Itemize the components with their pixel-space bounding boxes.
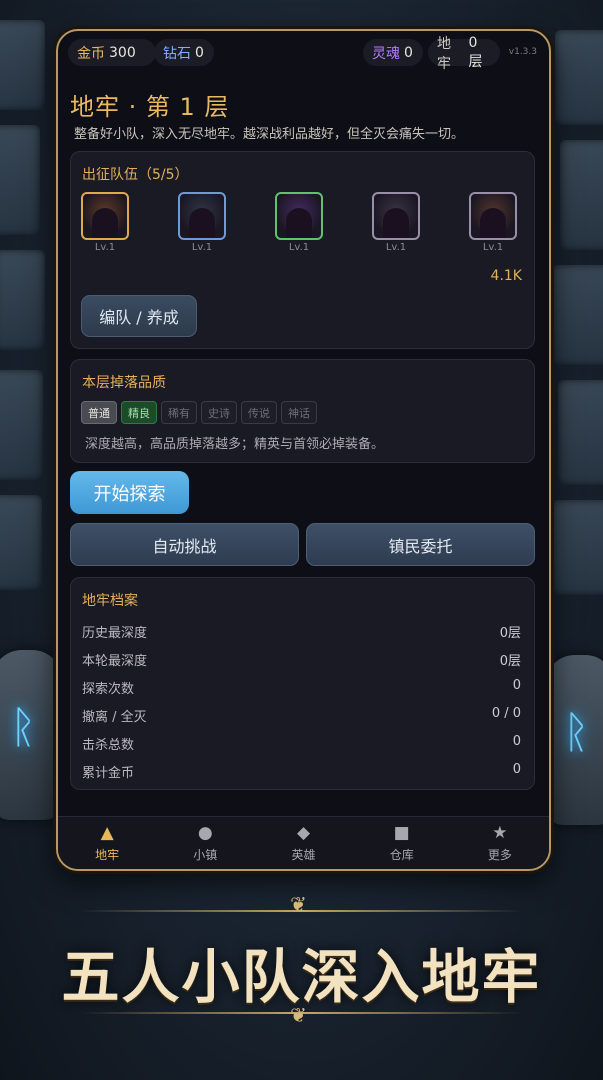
nav-tab-town[interactable]: ● 小镇 xyxy=(156,817,254,869)
start-explore-button[interactable]: 开始探索 xyxy=(70,471,189,514)
record-row: 历史最深度 0层 xyxy=(82,622,521,641)
ornament-icon: ❦ xyxy=(290,1003,307,1027)
record-value: 0层 xyxy=(499,654,521,669)
record-row: 探索次数 0 xyxy=(82,678,521,697)
record-row: 累计金币 0 xyxy=(82,762,521,781)
drop-quality-card: 本层掉落品质 普通 精良 稀有 史诗 传说 神话 深度越高，高品质掉落越多；精英与首领必掉… xyxy=(70,359,535,463)
hero-portrait xyxy=(81,192,129,240)
hero-slot[interactable]: Lv.1 xyxy=(81,192,129,253)
nav-more-icon: ★ xyxy=(492,822,508,843)
nav-tab-hero[interactable]: ◆ 英雄 xyxy=(254,817,352,869)
hero-slot[interactable]: Lv.1 xyxy=(372,192,420,253)
page-title: 地牢 · 第 1 层 xyxy=(70,93,230,121)
nav-tab-more[interactable]: ★ 更多 xyxy=(451,817,549,869)
diamond-label: 钻石 xyxy=(163,45,191,62)
diamond-value: 0 xyxy=(195,44,204,61)
nav-dungeon-icon: ▲ xyxy=(100,822,114,843)
record-label: 撤离 / 全灭 xyxy=(82,710,147,725)
record-value: 0层 xyxy=(499,626,521,641)
rune-stone-left: ᚱ xyxy=(0,650,62,820)
auto-challenge-button[interactable]: 自动挑战 xyxy=(70,523,299,566)
team-manage-button[interactable]: 编队 / 养成 xyxy=(81,295,197,337)
record-label: 探索次数 xyxy=(82,682,135,697)
record-row: 击杀总数 0 xyxy=(82,734,521,753)
hero-slot[interactable]: Lv.1 xyxy=(178,192,226,253)
nav-town-icon: ● xyxy=(197,822,213,843)
hero-level: Lv.1 xyxy=(482,242,504,253)
dungeon-counter: 地牢 0层 xyxy=(428,35,500,72)
hero-portrait xyxy=(372,192,420,240)
record-value: 0 / 0 xyxy=(491,706,521,721)
team-card: 出征队伍（5/5） Lv.1 Lv.1 Lv.1 Lv.1 Lv.1 4.1K 编队 /… xyxy=(70,151,535,349)
version-label: v1.3.3 xyxy=(508,47,537,57)
team-title: 出征队伍（5/5） xyxy=(82,167,189,183)
records-card: 地牢档案 历史最深度 0层 本轮最深度 0层 探索次数 0 撤离 / 全灭 0 / 0 击杀总数… xyxy=(70,577,535,790)
quality-chip: 稀有 xyxy=(161,401,197,424)
nav-label: 更多 xyxy=(487,847,512,862)
hero-slot[interactable]: Lv.1 xyxy=(469,192,517,253)
hero-level: Lv.1 xyxy=(191,242,213,253)
quality-chip: 神话 xyxy=(281,401,317,424)
soul-label: 灵魂 xyxy=(372,45,400,62)
bottom-nav: ▲ 地牢 ● 小镇 ◆ 英雄 ■ 仓库 ★ 更多 xyxy=(58,816,549,869)
resource-bar: 金币 300 钻石 0 灵魂 0 地牢 0层 v1.3.3 xyxy=(58,31,549,75)
ornament-icon: ❦ xyxy=(290,892,307,916)
promo-banner-title: 五人小队深入地牢 xyxy=(61,943,542,1011)
hero-slot[interactable]: Lv.1 xyxy=(275,192,323,253)
hero-level: Lv.1 xyxy=(385,242,407,253)
quality-chips: 普通 精良 稀有 史诗 传说 神话 xyxy=(81,401,317,424)
nav-warehouse-icon: ■ xyxy=(393,822,410,843)
nav-label: 英雄 xyxy=(291,847,316,862)
soul-counter: 灵魂 0 xyxy=(363,39,423,66)
record-row: 本轮最深度 0层 xyxy=(82,650,521,669)
quality-chip: 精良 xyxy=(121,401,157,424)
gold-counter: 金币 300 xyxy=(68,39,156,66)
record-label: 击杀总数 xyxy=(82,738,135,753)
quality-chip: 史诗 xyxy=(201,401,237,424)
nav-tab-dungeon[interactable]: ▲ 地牢 xyxy=(58,817,156,869)
gold-value: 300 xyxy=(109,44,136,61)
town-commission-button[interactable]: 镇民委托 xyxy=(306,523,535,566)
hero-level: Lv.1 xyxy=(94,242,116,253)
record-label: 历史最深度 xyxy=(82,626,148,641)
records-title: 地牢档案 xyxy=(82,593,138,609)
nav-label: 仓库 xyxy=(389,847,414,862)
rune-icon: ᚱ xyxy=(10,702,37,753)
diamond-counter: 钻石 0 xyxy=(154,39,214,66)
nav-label: 小镇 xyxy=(193,847,218,862)
gold-label: 金币 xyxy=(77,45,105,62)
quality-chip: 传说 xyxy=(241,401,277,424)
dungeon-value: 0层 xyxy=(468,34,483,70)
team-power: 4.1K xyxy=(490,268,522,284)
record-value: 0 xyxy=(512,762,521,777)
hero-level: Lv.1 xyxy=(288,242,310,253)
drop-description: 深度越高，高品质掉落越多；精英与首领必掉装备。 xyxy=(85,437,385,452)
dungeon-label: 地牢 xyxy=(437,35,451,72)
drop-quality-title: 本层掉落品质 xyxy=(82,375,166,391)
record-label: 本轮最深度 xyxy=(82,654,148,669)
nav-label: 地牢 xyxy=(95,847,120,862)
hero-portrait xyxy=(178,192,226,240)
soul-value: 0 xyxy=(404,44,413,61)
record-value: 0 xyxy=(512,678,521,693)
nav-tab-warehouse[interactable]: ■ 仓库 xyxy=(353,817,451,869)
hero-portrait xyxy=(469,192,517,240)
rune-stone-right: ᚱ xyxy=(545,655,603,825)
quality-chip: 普通 xyxy=(81,401,117,424)
game-screen: 金币 300 钻石 0 灵魂 0 地牢 0层 v1.3.3 地牢 · 第 1 层… xyxy=(56,29,551,871)
record-label: 累计金币 xyxy=(82,766,135,781)
record-value: 0 xyxy=(512,734,521,749)
record-row: 撤离 / 全灭 0 / 0 xyxy=(82,706,521,725)
nav-hero-icon: ◆ xyxy=(296,822,311,843)
hero-portrait xyxy=(275,192,323,240)
page-subtitle: 整备好小队，深入无尽地牢。越深战利品越好，但全灭会痛失一切。 xyxy=(74,127,465,142)
rune-icon: ᚱ xyxy=(563,707,590,758)
